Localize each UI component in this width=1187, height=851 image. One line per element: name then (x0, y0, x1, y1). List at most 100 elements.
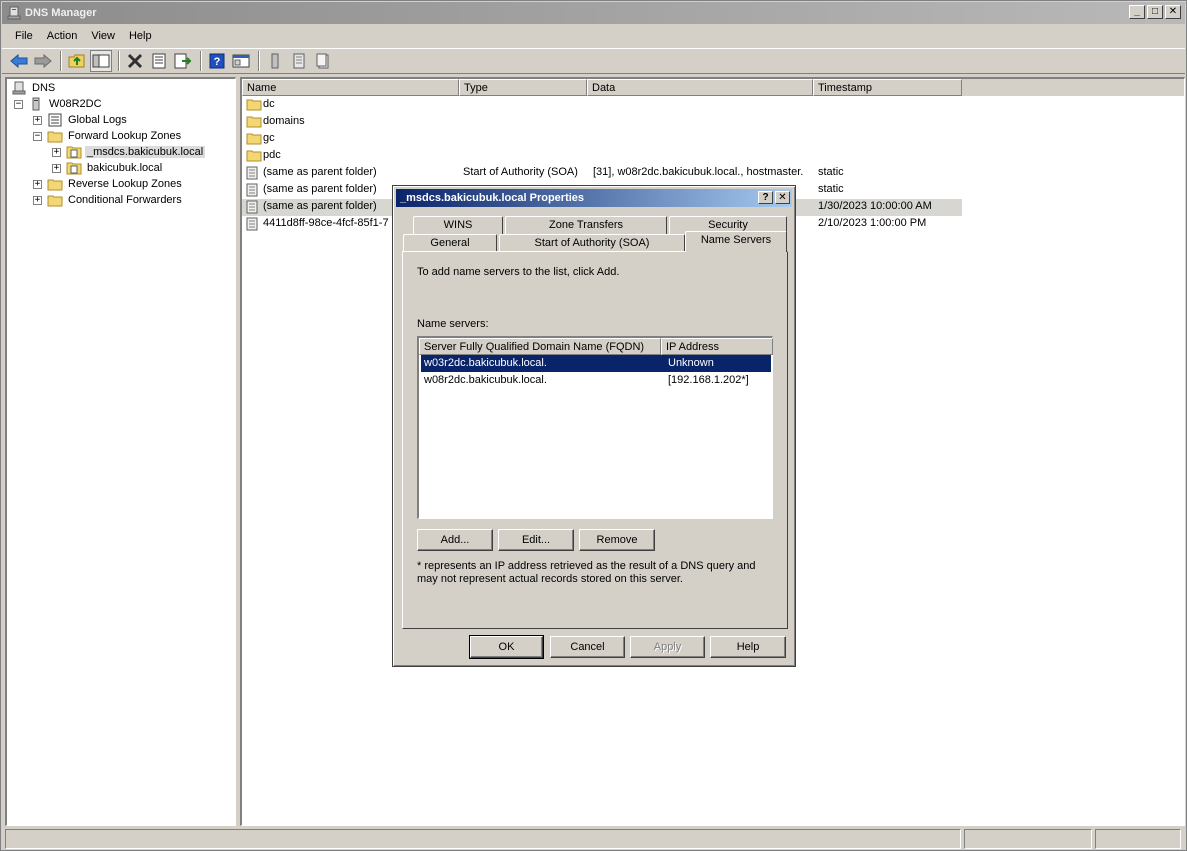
status-cell (964, 829, 1092, 849)
column-header-name[interactable]: Name (242, 79, 459, 96)
name-server-row[interactable]: w03r2dc.bakicubuk.local. Unknown (421, 355, 771, 372)
expand-icon[interactable]: + (52, 163, 61, 173)
collapse-icon[interactable]: − (33, 131, 42, 141)
expand-icon[interactable]: + (52, 147, 61, 157)
collapse-icon[interactable]: − (14, 99, 23, 109)
remove-button[interactable]: Remove (579, 529, 655, 551)
apply-button[interactable]: Apply (630, 636, 705, 658)
expand-icon[interactable]: + (33, 195, 42, 205)
table-row[interactable]: pdc (242, 148, 962, 165)
cell-timestamp: 1/30/2023 10:00:00 AM (818, 200, 932, 212)
toolbar-separator (258, 51, 260, 71)
tree-node-forward-zones[interactable]: − Forward Lookup Zones (33, 128, 183, 144)
server-icon[interactable] (264, 50, 286, 72)
folder-icon (47, 177, 63, 191)
tab-name-servers[interactable]: Name Servers (685, 231, 787, 252)
show-hide-tree-icon[interactable] (90, 50, 112, 72)
tab-general[interactable]: General (403, 234, 497, 252)
dialog-close-button[interactable]: ✕ (775, 191, 790, 204)
back-icon[interactable] (8, 50, 30, 72)
column-header-fqdn[interactable]: Server Fully Qualified Domain Name (FQDN… (419, 338, 661, 355)
dns-app-icon (7, 6, 21, 20)
column-header-type[interactable]: Type (459, 79, 587, 96)
help-icon[interactable]: ? (206, 50, 228, 72)
tree-label: W08R2DC (49, 98, 102, 110)
column-header-ip[interactable]: IP Address (661, 338, 773, 355)
cell-name: domains (263, 115, 305, 127)
table-row[interactable]: dc (242, 97, 962, 114)
menu-view[interactable]: View (84, 28, 122, 44)
logs-icon (47, 113, 63, 127)
tree-node-server[interactable]: − W08R2DC (14, 96, 104, 112)
mmc-icon[interactable] (230, 50, 252, 72)
record-icon[interactable] (288, 50, 310, 72)
tree-node-zone-local[interactable]: + bakicubuk.local (52, 160, 164, 176)
dialog-help-button[interactable]: ? (758, 191, 773, 204)
menu-file[interactable]: File (8, 28, 40, 44)
folder-icon (246, 115, 262, 131)
tree-node-zone-msdcs[interactable]: + _msdcs.bakicubuk.local (52, 144, 206, 160)
server-fqdn: w08r2dc.bakicubuk.local. (424, 374, 547, 386)
cell-timestamp: 2/10/2023 1:00:00 PM (818, 217, 927, 229)
toolbar-separator (60, 51, 62, 71)
column-header-timestamp[interactable]: Timestamp (813, 79, 962, 96)
cell-type: Start of Authority (SOA) (463, 166, 578, 178)
up-folder-icon[interactable] (66, 50, 88, 72)
status-bar (5, 829, 1182, 849)
help-button[interactable]: Help (710, 636, 786, 658)
title-bar[interactable]: DNS Manager _ □ ✕ (2, 2, 1185, 24)
table-row[interactable]: (same as parent folder) Start of Authorit… (242, 165, 962, 182)
record-icon (246, 217, 258, 234)
ok-button[interactable]: OK (469, 635, 544, 659)
name-servers-list[interactable]: Server Fully Qualified Domain Name (FQDN… (417, 336, 773, 519)
record-icon (246, 183, 258, 200)
edit-button[interactable]: Edit... (498, 529, 574, 551)
folder-icon (246, 132, 262, 148)
cell-data: [31], w08r2dc.bakicubuk.local., hostmast… (593, 166, 804, 178)
tree-pane[interactable]: DNS − W08R2DC + Global Logs − Forward Lo… (5, 77, 236, 826)
cell-name: dc (263, 98, 275, 110)
table-row[interactable]: gc (242, 131, 962, 148)
records-icon[interactable] (312, 50, 334, 72)
expand-icon[interactable]: + (33, 179, 42, 189)
column-header-data[interactable]: Data (587, 79, 813, 96)
zone-properties-dialog: _msdcs.bakicubuk.local Properties ? ✕ WI… (392, 185, 796, 667)
tree-label: bakicubuk.local (87, 162, 163, 174)
instruction-text: To add name servers to the list, click A… (417, 266, 620, 278)
zone-icon (66, 145, 82, 159)
forward-icon[interactable] (32, 50, 54, 72)
add-button[interactable]: Add... (417, 529, 493, 551)
properties-icon[interactable] (148, 50, 170, 72)
tab-start-of-authority[interactable]: Start of Authority (SOA) (499, 234, 685, 252)
dialog-title-bar[interactable]: _msdcs.bakicubuk.local Properties ? ✕ (396, 189, 792, 207)
window-title: DNS Manager (25, 7, 97, 19)
server-icon (28, 97, 44, 111)
folder-icon (47, 193, 63, 207)
tab-wins[interactable]: WINS (413, 216, 503, 234)
delete-icon[interactable] (124, 50, 146, 72)
name-servers-label: Name servers: (417, 318, 489, 330)
export-icon[interactable] (172, 50, 194, 72)
tree-label: Reverse Lookup Zones (68, 178, 182, 190)
name-servers-panel: To add name servers to the list, click A… (402, 251, 788, 629)
menu-help[interactable]: Help (122, 28, 159, 44)
svg-text:?: ? (214, 56, 221, 68)
expand-icon[interactable]: + (33, 115, 42, 125)
tab-zone-transfers[interactable]: Zone Transfers (505, 216, 667, 234)
minimize-button[interactable]: _ (1129, 5, 1145, 19)
folder-icon (246, 98, 262, 114)
maximize-button[interactable]: □ (1147, 5, 1163, 19)
folder-icon (246, 149, 262, 165)
close-button[interactable]: ✕ (1165, 5, 1181, 19)
dns-icon (11, 81, 27, 95)
table-row[interactable]: domains (242, 114, 962, 131)
tree-node-reverse-zones[interactable]: + Reverse Lookup Zones (33, 176, 184, 192)
tree-node-global-logs[interactable]: + Global Logs (33, 112, 129, 128)
menu-action[interactable]: Action (40, 28, 85, 44)
name-server-row[interactable]: w08r2dc.bakicubuk.local. [192.168.1.202*] (421, 372, 771, 389)
tree-node-conditional-forwarders[interactable]: + Conditional Forwarders (33, 192, 184, 208)
cell-timestamp: static (818, 183, 844, 195)
tree-node-dns[interactable]: DNS (11, 80, 57, 96)
menu-bar: File Action View Help (2, 26, 1185, 46)
cancel-button[interactable]: Cancel (550, 636, 625, 658)
